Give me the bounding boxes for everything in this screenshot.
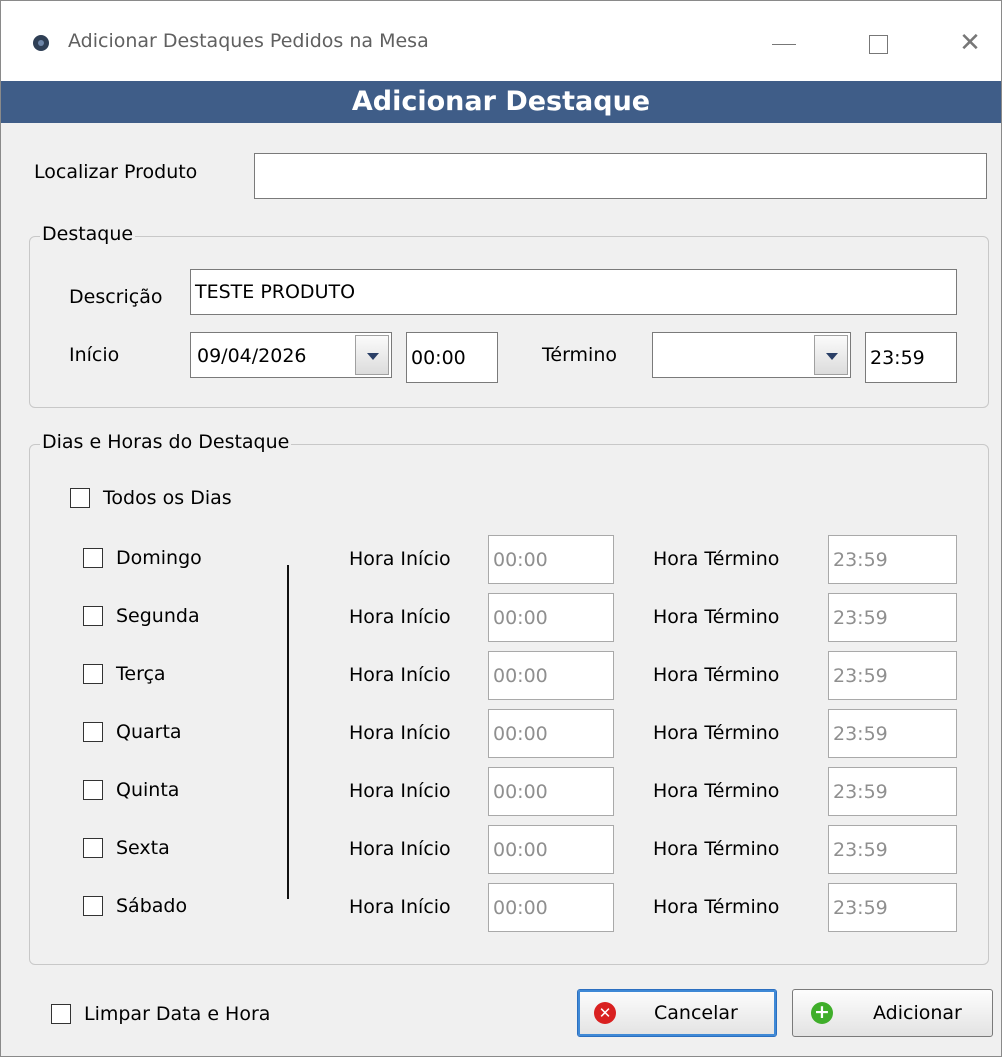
app-icon bbox=[33, 35, 49, 51]
day-checkbox[interactable]: Quarta bbox=[83, 721, 182, 743]
checkbox-box[interactable] bbox=[83, 548, 103, 568]
checkbox-box[interactable] bbox=[70, 488, 90, 508]
header-banner: Adicionar Destaque bbox=[1, 81, 1001, 123]
hora-termino-input[interactable]: 23:59 bbox=[828, 767, 957, 816]
hora-inicio-input[interactable]: 00:00 bbox=[488, 651, 614, 700]
limpar-data-hora-label: Limpar Data e Hora bbox=[84, 1003, 271, 1025]
hora-inicio-input[interactable]: 00:00 bbox=[488, 593, 614, 642]
checkbox-box[interactable] bbox=[83, 664, 103, 684]
hora-termino-input[interactable]: 23:59 bbox=[828, 593, 957, 642]
day-checkbox[interactable]: Sábado bbox=[83, 895, 187, 917]
day-label: Quarta bbox=[116, 721, 182, 743]
inicio-date-picker[interactable]: 09/04/2026 bbox=[190, 332, 392, 378]
hora-termino-label: Hora Término bbox=[653, 780, 780, 802]
hora-termino-input[interactable]: 23:59 bbox=[828, 651, 957, 700]
window-title: Adicionar Destaques Pedidos na Mesa bbox=[68, 30, 429, 52]
search-label: Localizar Produto bbox=[34, 161, 198, 183]
close-icon: ✕ bbox=[959, 28, 981, 58]
hora-inicio-input[interactable]: 00:00 bbox=[488, 883, 614, 932]
todos-os-dias-label: Todos os Dias bbox=[103, 487, 232, 509]
hora-inicio-label: Hora Início bbox=[349, 896, 451, 918]
hora-inicio-label: Hora Início bbox=[349, 606, 451, 628]
chevron-down-icon[interactable] bbox=[355, 335, 389, 375]
hora-termino-label: Hora Término bbox=[653, 896, 780, 918]
destaque-group-title: Destaque bbox=[40, 223, 136, 245]
day-label: Sexta bbox=[116, 837, 170, 859]
hora-inicio-input[interactable]: 00:00 bbox=[488, 767, 614, 816]
termino-date-picker[interactable] bbox=[652, 332, 851, 378]
hora-inicio-input[interactable]: 00:00 bbox=[488, 535, 614, 584]
add-button[interactable]: + Adicionar bbox=[792, 989, 993, 1037]
day-label: Sábado bbox=[116, 895, 188, 917]
hora-termino-label: Hora Término bbox=[653, 664, 780, 686]
hora-termino-input[interactable]: 23:59 bbox=[828, 535, 957, 584]
search-input[interactable] bbox=[254, 153, 987, 199]
hora-inicio-label: Hora Início bbox=[349, 838, 451, 860]
hora-inicio-label: Hora Início bbox=[349, 548, 451, 570]
cancel-button-label: Cancelar bbox=[654, 1002, 738, 1024]
termino-time-input[interactable]: 23:59 bbox=[865, 332, 957, 383]
day-label: Domingo bbox=[116, 547, 202, 569]
descricao-input[interactable]: TESTE PRODUTO bbox=[190, 269, 957, 315]
hora-termino-label: Hora Término bbox=[653, 606, 780, 628]
day-checkbox[interactable]: Domingo bbox=[83, 547, 202, 569]
hora-termino-label: Hora Término bbox=[653, 722, 780, 744]
hora-termino-input[interactable]: 23:59 bbox=[828, 883, 957, 932]
close-button[interactable]: ✕ bbox=[945, 23, 995, 63]
minimize-button[interactable] bbox=[759, 23, 809, 63]
day-checkbox[interactable]: Terça bbox=[83, 663, 166, 685]
inicio-label: Início bbox=[69, 344, 120, 366]
hora-termino-input[interactable]: 23:59 bbox=[828, 825, 957, 874]
dialog-window: Adicionar Destaques Pedidos na Mesa ✕ Ad… bbox=[0, 0, 1002, 1057]
schedule-group-title: Dias e Horas do Destaque bbox=[40, 431, 292, 453]
checkbox-box[interactable] bbox=[83, 896, 103, 916]
day-label: Quinta bbox=[116, 779, 180, 801]
hora-inicio-input[interactable]: 00:00 bbox=[488, 709, 614, 758]
hora-inicio-label: Hora Início bbox=[349, 722, 451, 744]
destaque-group: Destaque bbox=[29, 223, 989, 408]
checkbox-box[interactable] bbox=[83, 780, 103, 800]
day-checkbox[interactable]: Sexta bbox=[83, 837, 170, 859]
hora-inicio-label: Hora Início bbox=[349, 664, 451, 686]
day-checkbox[interactable]: Segunda bbox=[83, 605, 200, 627]
chevron-down-icon[interactable] bbox=[814, 335, 848, 375]
hora-inicio-label: Hora Início bbox=[349, 780, 451, 802]
cancel-button[interactable]: ✕ Cancelar bbox=[577, 989, 777, 1037]
termino-label: Término bbox=[542, 344, 617, 366]
checkbox-box[interactable] bbox=[83, 722, 103, 742]
title-bar: Adicionar Destaques Pedidos na Mesa ✕ bbox=[1, 1, 1001, 81]
descricao-label: Descrição bbox=[69, 286, 163, 308]
separator-line bbox=[287, 565, 289, 899]
inicio-date-value: 09/04/2026 bbox=[197, 345, 307, 367]
hora-termino-label: Hora Término bbox=[653, 548, 780, 570]
day-label: Terça bbox=[116, 663, 166, 685]
add-icon: + bbox=[811, 1002, 833, 1024]
checkbox-box[interactable] bbox=[83, 606, 103, 626]
limpar-data-hora-checkbox[interactable]: Limpar Data e Hora bbox=[51, 1003, 270, 1025]
day-checkbox[interactable]: Quinta bbox=[83, 779, 179, 801]
todos-os-dias-checkbox[interactable]: Todos os Dias bbox=[70, 487, 232, 509]
hora-inicio-input[interactable]: 00:00 bbox=[488, 825, 614, 874]
inicio-time-input[interactable]: 00:00 bbox=[406, 332, 498, 383]
hora-termino-input[interactable]: 23:59 bbox=[828, 709, 957, 758]
checkbox-box[interactable] bbox=[83, 838, 103, 858]
day-label: Segunda bbox=[116, 605, 200, 627]
minimize-icon bbox=[772, 43, 796, 45]
hora-termino-label: Hora Término bbox=[653, 838, 780, 860]
checkbox-box[interactable] bbox=[51, 1004, 71, 1024]
cancel-icon: ✕ bbox=[594, 1002, 616, 1024]
maximize-button[interactable] bbox=[853, 23, 903, 63]
add-button-label: Adicionar bbox=[873, 1002, 962, 1024]
maximize-icon bbox=[868, 34, 888, 54]
